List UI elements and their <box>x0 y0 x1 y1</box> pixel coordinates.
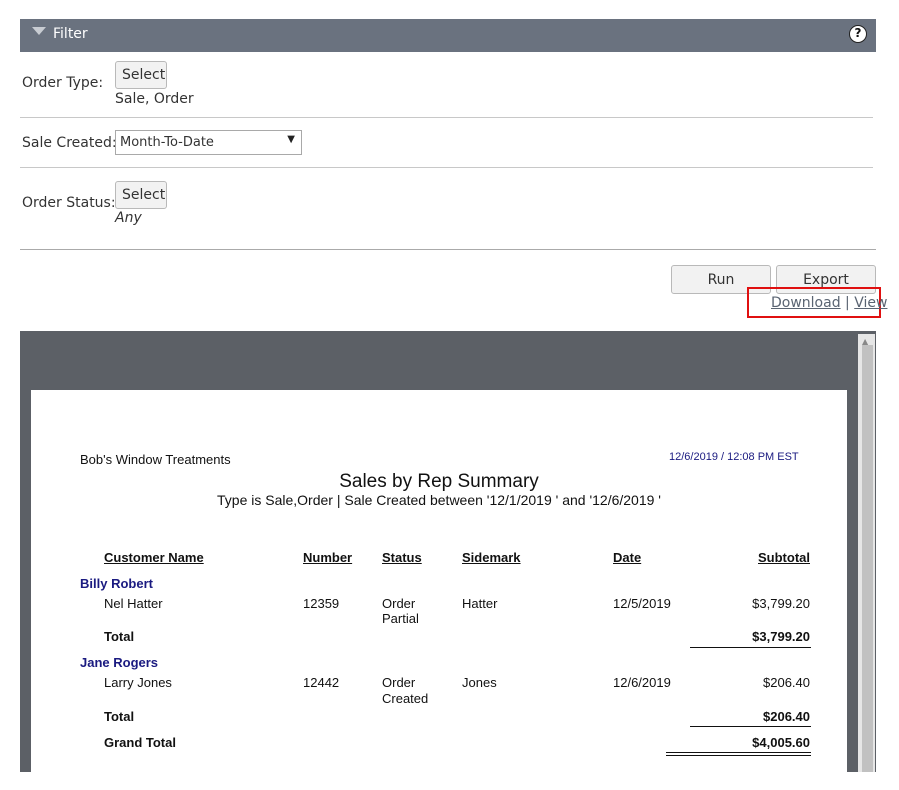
column-header: Sidemark <box>462 550 521 565</box>
total-underline <box>690 647 811 648</box>
dropdown-arrow-icon: ▼ <box>287 134 295 145</box>
table-cell-subtotal: $3,799.20 <box>752 596 810 611</box>
customer-group-name: Jane Rogers <box>80 655 159 670</box>
collapse-caret-icon[interactable] <box>32 27 46 35</box>
table-cell-subtotal: $206.40 <box>763 675 810 690</box>
order-type-label: Order Type: <box>22 75 104 91</box>
column-header: Status <box>382 550 422 565</box>
table-cell-number: 12359 <box>303 596 340 611</box>
divider <box>20 117 873 118</box>
table-cell-status-detail: Created <box>382 691 429 706</box>
table-cell-name: Nel Hatter <box>104 596 163 611</box>
order-status-select-button[interactable]: Select <box>115 181 167 209</box>
column-header: Subtotal <box>758 550 810 565</box>
help-icon[interactable]: ? <box>849 25 867 43</box>
column-header: Number <box>303 550 353 565</box>
export-links: Download | View <box>771 295 887 311</box>
customer-group-name: Billy Robert <box>80 576 153 591</box>
table-cell-sidemark: Hatter <box>462 596 498 611</box>
sale-created-select[interactable]: Month-To-Date ▼ <box>115 130 302 155</box>
view-link[interactable]: View <box>854 295 887 311</box>
filter-header[interactable]: Filter ? <box>20 19 876 52</box>
filter-title: Filter <box>53 26 88 42</box>
download-link[interactable]: Download <box>771 295 841 311</box>
grand-total-underline <box>666 752 811 753</box>
order-status-value: Any <box>115 210 142 226</box>
table-cell-name: Larry Jones <box>104 675 172 690</box>
order-status-label: Order Status: <box>22 195 116 211</box>
total-underline <box>690 726 811 727</box>
grand-total-label: Grand Total <box>104 735 176 750</box>
order-type-value: Sale, Order <box>115 91 194 107</box>
company-name: Bob's Window Treatments <box>80 452 231 467</box>
group-total-value: $206.40 <box>763 709 810 724</box>
group-total-label: Total <box>104 709 135 724</box>
order-type-select-button[interactable]: Select <box>115 61 167 89</box>
divider <box>20 167 873 168</box>
table-cell-status-detail: Partial <box>382 611 419 626</box>
divider <box>20 249 876 250</box>
link-separator: | <box>845 295 850 311</box>
column-header: Customer Name <box>104 550 204 565</box>
scroll-up-arrow-icon[interactable]: ▲ <box>862 337 868 346</box>
table-cell-status: Order <box>382 675 416 690</box>
table-cell-date: 12/6/2019 <box>613 675 671 690</box>
scrollbar-thumb[interactable] <box>862 345 873 772</box>
report-title: Sales by Rep Summary <box>339 471 539 492</box>
group-total-value: $3,799.20 <box>752 629 810 644</box>
group-total-label: Total <box>104 629 135 644</box>
report-timestamp: 12/6/2019 / 12:08 PM EST <box>669 451 799 463</box>
sale-created-selected-value: Month-To-Date <box>120 135 214 150</box>
column-header: Date <box>613 550 642 565</box>
table-cell-sidemark: Jones <box>462 675 497 690</box>
table-cell-number: 12442 <box>303 675 340 690</box>
grand-total-value: $4,005.60 <box>752 735 810 750</box>
report-page <box>31 390 847 790</box>
report-subtitle: Type is Sale,Order | Sale Created betwee… <box>217 492 661 508</box>
grand-total-underline <box>666 755 811 756</box>
table-cell-date: 12/5/2019 <box>613 596 671 611</box>
sale-created-label: Sale Created: <box>22 135 117 151</box>
table-cell-status: Order <box>382 596 416 611</box>
